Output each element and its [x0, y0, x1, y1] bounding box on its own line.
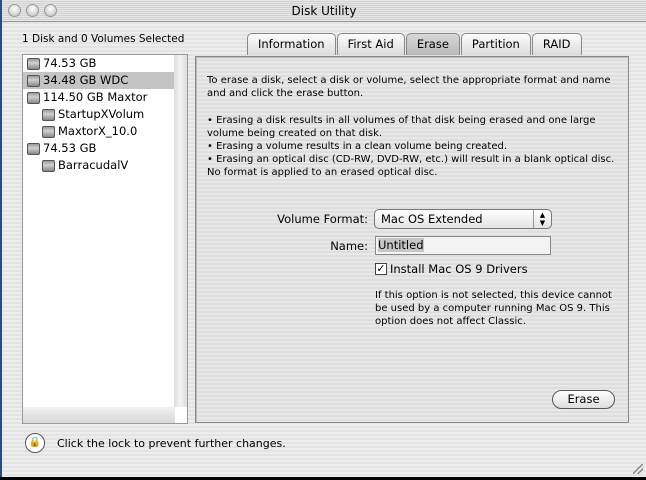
- tab-information[interactable]: Information: [247, 33, 336, 55]
- vertical-scrollbar[interactable]: [174, 55, 187, 407]
- disk-list-item[interactable]: BarracudalV: [23, 157, 175, 174]
- tab-bar: Information First Aid Erase Partition RAID: [247, 33, 583, 55]
- name-field[interactable]: Untitled: [375, 236, 551, 255]
- checkmark-icon: ✓: [375, 262, 387, 275]
- disk-list-item[interactable]: 34.48 GB WDC: [23, 72, 175, 89]
- bullet: • Erasing an optical disc (CD-RW, DVD-RW…: [207, 154, 615, 178]
- disk-icon: [27, 74, 40, 87]
- disk-label: MaxtorX_10.0: [58, 124, 138, 138]
- disk-label: 74.53 GB: [43, 56, 97, 70]
- lock-icon[interactable]: 🔒: [25, 433, 45, 453]
- disk-list-item[interactable]: 114.50 GB Maxtor: [23, 89, 175, 106]
- disk-utility-window: Disk Utility 1 Disk and 0 Volumes Select…: [0, 0, 646, 477]
- install-os9-drivers-checkbox[interactable]: ✓ Install Mac OS 9 Drivers: [375, 262, 528, 276]
- zoom-button[interactable]: [44, 4, 57, 17]
- disk-label: BarracudalV: [58, 158, 129, 172]
- disk-label: 114.50 GB Maxtor: [43, 90, 148, 104]
- tab-partition[interactable]: Partition: [460, 33, 531, 55]
- disk-icon: [42, 125, 55, 138]
- disk-list-item[interactable]: 74.53 GB: [23, 140, 175, 157]
- volume-format-popup[interactable]: Mac OS Extended ▲ ▼: [374, 209, 552, 229]
- volume-format-label: Volume Format:: [277, 212, 368, 226]
- window-title: Disk Utility: [291, 4, 357, 18]
- erase-instructions: To erase a disk, select a disk or volume…: [207, 75, 611, 99]
- erase-button[interactable]: Erase: [552, 390, 615, 409]
- disk-list-item[interactable]: MaxtorX_10.0: [23, 123, 175, 140]
- lock-text: Click the lock to prevent further change…: [57, 437, 286, 450]
- selection-label: 1 Disk and 0 Volumes Selected: [22, 33, 185, 45]
- disk-list-item[interactable]: StartupXVolum: [23, 106, 175, 123]
- title-bar[interactable]: Disk Utility: [2, 0, 646, 22]
- disk-label: 74.53 GB: [43, 141, 97, 155]
- popup-arrows-icon: ▲ ▼: [533, 210, 551, 228]
- disk-icon: [42, 159, 55, 172]
- tab-raid[interactable]: RAID: [531, 33, 582, 55]
- close-button[interactable]: [8, 4, 21, 17]
- disk-list-item[interactable]: 74.53 GB: [23, 55, 175, 72]
- tab-first-aid[interactable]: First Aid: [336, 33, 405, 55]
- minimize-button[interactable]: [26, 4, 39, 17]
- disk-label: 34.48 GB WDC: [43, 73, 129, 87]
- disk-list: 74.53 GB 34.48 GB WDC 114.50 GB Maxtor Star…: [22, 54, 188, 424]
- name-label: Name:: [330, 239, 368, 253]
- disk-icon: [42, 108, 55, 121]
- horizontal-scrollbar[interactable]: [23, 407, 175, 423]
- erase-panel: To erase a disk, select a disk or volume…: [195, 56, 629, 423]
- disk-icon: [27, 142, 40, 155]
- disk-icon: [27, 91, 40, 104]
- erase-notes: • Erasing a disk results in all volumes …: [207, 114, 617, 179]
- tab-erase[interactable]: Erase: [405, 33, 460, 55]
- disk-icon: [27, 57, 40, 70]
- resize-grip-icon[interactable]: [633, 464, 643, 474]
- os9-note: If this option is not selected, this dev…: [375, 290, 612, 327]
- name-value: Untitled: [378, 238, 424, 252]
- volume-format-value: Mac OS Extended: [381, 212, 483, 226]
- bullet: • Erasing a volume results in a clean vo…: [207, 141, 508, 152]
- disk-label: StartupXVolum: [58, 107, 145, 121]
- checkbox-label: Install Mac OS 9 Drivers: [390, 262, 528, 276]
- bullet: • Erasing a disk results in all volumes …: [207, 115, 596, 139]
